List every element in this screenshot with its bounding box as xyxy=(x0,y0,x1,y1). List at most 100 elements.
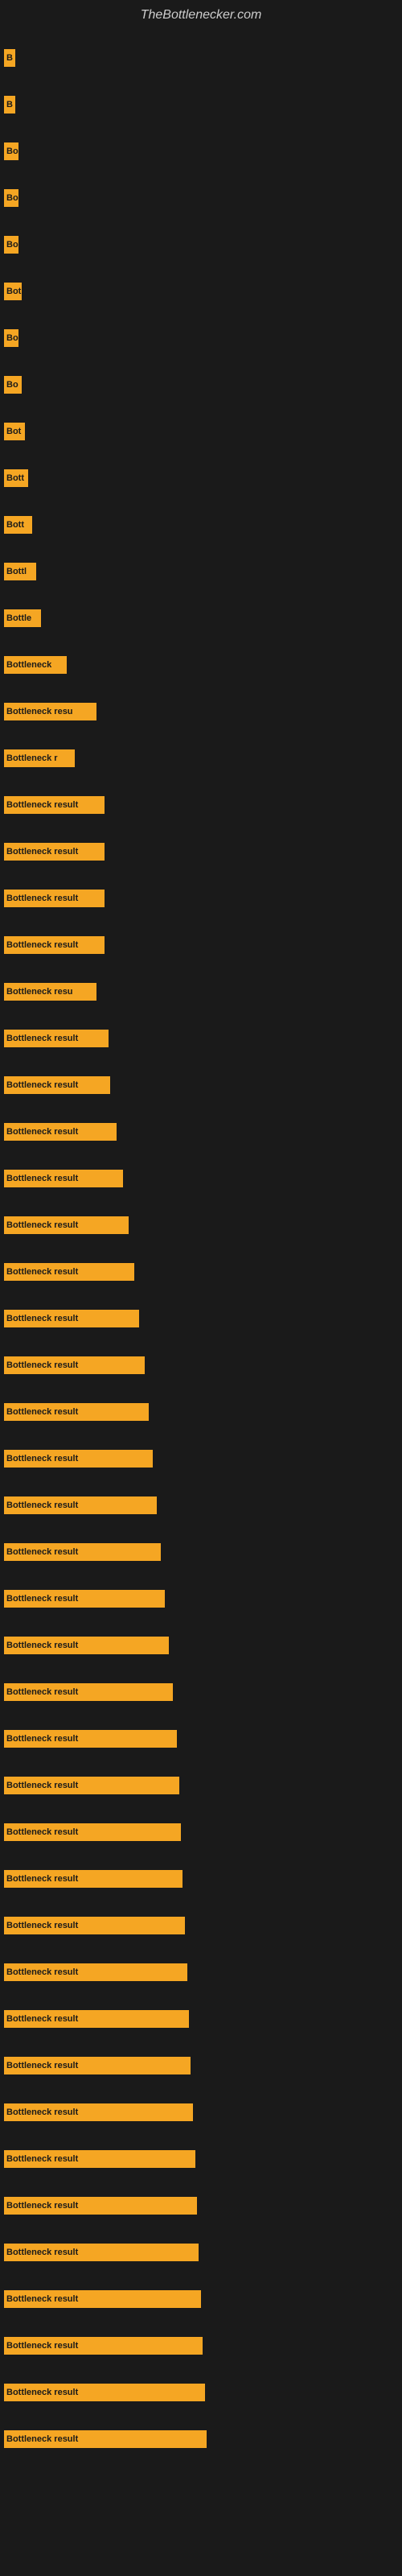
bar-label: Bottleneck result xyxy=(4,2337,203,2355)
bar-label: Bottleneck result xyxy=(4,2150,195,2168)
bar-label: Bottleneck result xyxy=(4,1590,165,1608)
bar-row: Bottleneck result xyxy=(0,2089,402,2136)
bar-label: B xyxy=(4,96,15,114)
bar-row: Bottleneck result xyxy=(0,782,402,828)
bar-label: Bottleneck result xyxy=(4,1216,129,1234)
bar-row: Bottle xyxy=(0,595,402,642)
bar-label: Bottleneck result xyxy=(4,2244,199,2261)
chart-container: B B Bo Bo Bo Bot Bo Bo Bot Bott Bott Bottl Bottle Bot… xyxy=(0,27,402,2570)
bar-row: Bottleneck result xyxy=(0,1949,402,1996)
bar-row: Bottleneck result xyxy=(0,1108,402,1155)
bar-row: Bo xyxy=(0,221,402,268)
bar-label: Bottleneck result xyxy=(4,2430,207,2448)
bar-row: Bottleneck xyxy=(0,642,402,688)
bar-label: Bot xyxy=(4,423,25,440)
bar-label: Bottleneck result xyxy=(4,2103,193,2121)
bar-row: Bottleneck result xyxy=(0,1249,402,1295)
bar-label: Bottleneck result xyxy=(4,1450,153,1468)
bar-label: Bo xyxy=(4,376,22,394)
bar-row: Bottleneck result xyxy=(0,1762,402,1809)
bar-label: Bottle xyxy=(4,609,41,627)
bar-label: Bo xyxy=(4,189,18,207)
bar-row: Bo xyxy=(0,361,402,408)
bar-label: Bottleneck result xyxy=(4,2057,191,2074)
bar-row: Bottleneck result xyxy=(0,875,402,922)
bar-label: Bottleneck result xyxy=(4,1356,145,1374)
bar-row: Bottleneck result xyxy=(0,2369,402,2416)
bar-label: Bottleneck r xyxy=(4,749,75,767)
bar-row: Bottleneck result xyxy=(0,1575,402,1622)
bar-label: Bott xyxy=(4,516,32,534)
bar-label: Bottleneck result xyxy=(4,936,105,954)
bar-row: Bo xyxy=(0,175,402,221)
bar-row: Bot xyxy=(0,408,402,455)
bar-row: Bottleneck result xyxy=(0,2136,402,2182)
bar-label: Bottleneck result xyxy=(4,1637,169,1654)
bar-row: Bottleneck result xyxy=(0,2229,402,2276)
bar-label: Bottleneck result xyxy=(4,1263,134,1281)
bar-row: B xyxy=(0,35,402,81)
bar-label: Bottleneck result xyxy=(4,1823,181,1841)
bar-row: Bottleneck resu xyxy=(0,688,402,735)
bar-label: Bottleneck result xyxy=(4,890,105,907)
bar-row: Bottleneck result xyxy=(0,1996,402,2042)
bar-row: Bottleneck r xyxy=(0,735,402,782)
bar-row: Bottleneck result xyxy=(0,1622,402,1669)
bar-label: Bottleneck result xyxy=(4,1496,157,1514)
bar-row: Bottleneck result xyxy=(0,1715,402,1762)
bar-row: Bott xyxy=(0,502,402,548)
bar-label: Bo xyxy=(4,142,18,160)
bar-row: Bo xyxy=(0,315,402,361)
bar-label: Bottleneck result xyxy=(4,796,105,814)
bar-row: Bottleneck result xyxy=(0,1482,402,1529)
bar-row: Bottleneck result xyxy=(0,1902,402,1949)
bar-label: Bo xyxy=(4,236,18,254)
bar-label: Bottleneck result xyxy=(4,1030,109,1047)
bar-row: Bottleneck result xyxy=(0,1669,402,1715)
bar-label: Bottleneck result xyxy=(4,1870,183,1888)
bar-row: B xyxy=(0,81,402,128)
bar-row: Bottleneck result xyxy=(0,1155,402,1202)
bar-label: Bottleneck resu xyxy=(4,703,96,720)
bar-label: Bot xyxy=(4,283,22,300)
bar-row: Bottl xyxy=(0,548,402,595)
bar-row: Bottleneck result xyxy=(0,2416,402,2462)
bar-label: Bottleneck resu xyxy=(4,983,96,1001)
bar-row: Bottleneck result xyxy=(0,828,402,875)
bar-label: Bottleneck result xyxy=(4,1310,139,1327)
bar-label: Bottleneck result xyxy=(4,1777,179,1794)
bar-label: Bottleneck result xyxy=(4,1543,161,1561)
bar-label: Bottleneck result xyxy=(4,1683,173,1701)
bar-label: Bottleneck result xyxy=(4,2290,201,2308)
bar-row: Bottleneck result xyxy=(0,1529,402,1575)
bar-row: Bottleneck result xyxy=(0,2322,402,2369)
bar-row: Bott xyxy=(0,455,402,502)
bar-row: Bottleneck resu xyxy=(0,968,402,1015)
bar-row: Bottleneck result xyxy=(0,1856,402,1902)
bar-row: Bottleneck result xyxy=(0,1062,402,1108)
bar-row: Bottleneck result xyxy=(0,1202,402,1249)
bar-label: Bottleneck result xyxy=(4,2384,205,2401)
bar-row: Bo xyxy=(0,128,402,175)
bar-label: Bottleneck result xyxy=(4,1730,177,1748)
bar-label: Bottleneck result xyxy=(4,2010,189,2028)
bar-row: Bottleneck result xyxy=(0,2182,402,2229)
bar-row: Bottleneck result xyxy=(0,1015,402,1062)
bar-label: B xyxy=(4,49,15,67)
bar-label: Bott xyxy=(4,469,28,487)
bar-label: Bottleneck result xyxy=(4,1123,117,1141)
bar-row: Bottleneck result xyxy=(0,1809,402,1856)
bar-label: Bottleneck result xyxy=(4,1917,185,1934)
bar-label: Bo xyxy=(4,329,18,347)
site-title-bar: TheBottlenecker.com xyxy=(0,0,402,27)
bar-label: Bottl xyxy=(4,563,36,580)
bar-row: Bottleneck result xyxy=(0,922,402,968)
bar-label: Bottleneck xyxy=(4,656,67,674)
bar-label: Bottleneck result xyxy=(4,1403,149,1421)
bar-row: Bot xyxy=(0,268,402,315)
bar-label: Bottleneck result xyxy=(4,1076,110,1094)
bar-row: Bottleneck result xyxy=(0,1295,402,1342)
bar-row: Bottleneck result xyxy=(0,1389,402,1435)
bar-label: Bottleneck result xyxy=(4,2197,197,2215)
bar-label: Bottleneck result xyxy=(4,1170,123,1187)
